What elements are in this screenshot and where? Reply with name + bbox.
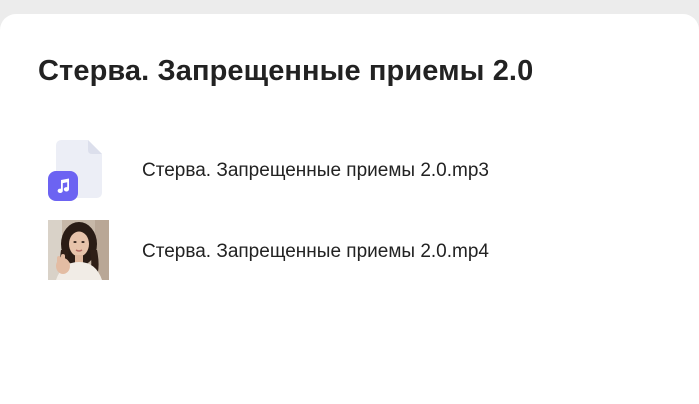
file-name-video: Стерва. Запрещенные приемы 2.0.mp4 xyxy=(142,241,489,262)
content-panel: Стерва. Запрещенные приемы 2.0 Стерва. З… xyxy=(0,14,699,404)
music-note-icon xyxy=(48,171,78,201)
file-name-audio: Стерва. Запрещенные приемы 2.0.mp3 xyxy=(142,160,489,181)
page-title: Стерва. Запрещенные приемы 2.0 xyxy=(38,55,534,87)
file-row-audio[interactable]: Стерва. Запрещенные приемы 2.0.mp3 xyxy=(44,138,644,202)
video-thumbnail xyxy=(48,220,109,280)
audio-file-icon xyxy=(44,138,106,201)
file-row-video[interactable]: Стерва. Запрещенные приемы 2.0.mp4 xyxy=(44,219,644,283)
